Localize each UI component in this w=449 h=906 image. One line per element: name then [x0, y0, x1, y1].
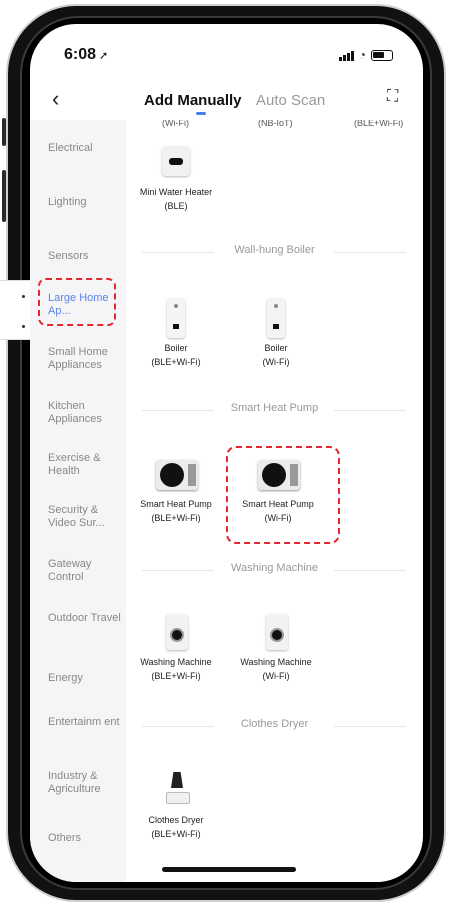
home-indicator[interactable] [162, 867, 296, 872]
section-clothes-dryer: Clothes Dryer [126, 718, 423, 734]
cut-label: (NB-IoT) [258, 120, 293, 128]
device-clothes-dryer-ble-wifi[interactable]: Clothes Dryer (BLE+Wi-Fi) [126, 770, 226, 840]
sidebar-item-energy[interactable]: Energy [48, 672, 124, 685]
sidebar-item-outdoor-travel[interactable]: Outdoor Travel [48, 612, 124, 625]
edge-marker [0, 280, 34, 340]
device-name: Smart Heat Pump [140, 499, 212, 509]
device-protocol: (Wi-Fi) [262, 671, 290, 681]
section-wall-hung-boiler: Wall-hung Boiler [126, 244, 423, 260]
back-button[interactable]: ‹ [52, 86, 59, 112]
sidebar-item-lighting[interactable]: Lighting [48, 196, 124, 209]
device-name: Clothes Dryer [148, 815, 204, 825]
device-protocol: (BLE+Wi-Fi) [151, 513, 201, 523]
sidebar-item-entertainment[interactable]: Entertainm ent [48, 716, 124, 729]
boiler-icon [167, 298, 185, 338]
washing-machine-icon [166, 614, 188, 650]
device-name: Boiler [264, 343, 288, 353]
heat-pump-icon [156, 460, 198, 490]
annotation-highlight-device [226, 446, 340, 544]
tab-auto-scan[interactable]: Auto Scan [256, 92, 325, 109]
boiler-icon [267, 298, 285, 338]
battery-icon [371, 49, 393, 61]
device-name: Boiler [164, 343, 188, 353]
device-smart-heat-pump-ble-wifi[interactable]: Smart Heat Pump (BLE+Wi-Fi) [126, 454, 226, 524]
device-name: Washing Machine [140, 657, 212, 667]
category-sidebar: Electrical Lighting Sensors Large Home A… [30, 120, 126, 882]
device-protocol: (BLE+Wi-Fi) [151, 671, 201, 681]
tab-add-manually[interactable]: Add Manually [144, 92, 242, 109]
sidebar-item-others[interactable]: Others [48, 832, 124, 845]
device-boiler-ble-wifi[interactable]: Boiler (BLE+Wi-Fi) [126, 298, 226, 368]
section-washing-machine: Washing Machine [126, 562, 423, 578]
clothes-dryer-icon [166, 770, 190, 810]
device-protocol: (BLE+Wi-Fi) [151, 829, 201, 839]
device-boiler-wifi[interactable]: Boiler (Wi-Fi) [226, 298, 326, 368]
tab-underline [196, 112, 206, 115]
device-name: Washing Machine [240, 657, 312, 667]
status-icons: ◔ [338, 48, 393, 62]
mute-switch [2, 118, 6, 146]
device-protocol: (BLE+Wi-Fi) [151, 357, 201, 367]
sidebar-item-kitchen-appliances[interactable]: Kitchen Appliances [48, 400, 124, 426]
sidebar-item-industry-agriculture[interactable]: Industry & Agriculture [48, 770, 124, 796]
section-title: Smart Heat Pump [230, 402, 319, 414]
device-protocol: (Wi-Fi) [262, 357, 290, 367]
volume-up-button [2, 170, 6, 222]
sidebar-item-electrical[interactable]: Electrical [48, 142, 124, 155]
water-heater-icon [162, 146, 190, 176]
location-arrow-icon: ➚ [99, 50, 109, 62]
status-time: 6:08 ➚ [64, 46, 109, 63]
sidebar-item-gateway-control[interactable]: Gateway Control [48, 558, 124, 584]
wifi-icon: ◔ [358, 48, 366, 62]
section-smart-heat-pump: Smart Heat Pump [126, 402, 423, 418]
section-title: Washing Machine [230, 562, 319, 574]
annotation-highlight-category [38, 278, 116, 326]
cut-off-labels: (Wi-Fi) (NB-IoT) (BLE+Wi-Fi) [126, 120, 423, 130]
cut-label: (Wi-Fi) [162, 120, 189, 128]
washing-machine-icon [266, 614, 288, 650]
device-washing-machine-wifi[interactable]: Washing Machine (Wi-Fi) [226, 612, 326, 682]
signal-icon [338, 50, 354, 61]
sidebar-item-security-video[interactable]: Security & Video Sur... [48, 504, 124, 530]
section-title: Wall-hung Boiler [234, 244, 315, 256]
status-bar: 6:08 ➚ ◔ [30, 24, 423, 74]
device-name: Mini Water Heater [139, 187, 213, 197]
cut-label: (BLE+Wi-Fi) [354, 120, 404, 128]
header: ‹ Add Manually Auto Scan ⛶ [30, 80, 423, 120]
section-title: Clothes Dryer [240, 718, 309, 730]
sidebar-item-sensors[interactable]: Sensors [48, 250, 124, 263]
sidebar-item-exercise-health[interactable]: Exercise & Health [48, 452, 124, 478]
device-washing-machine-ble-wifi[interactable]: Washing Machine (BLE+Wi-Fi) [126, 612, 226, 682]
device-mini-water-heater[interactable]: Mini Water Heater (BLE) [126, 142, 226, 212]
sidebar-item-small-home-appliances[interactable]: Small Home Appliances [48, 346, 124, 372]
scan-icon[interactable]: ⛶ [387, 88, 407, 108]
device-protocol: (BLE) [164, 201, 188, 211]
